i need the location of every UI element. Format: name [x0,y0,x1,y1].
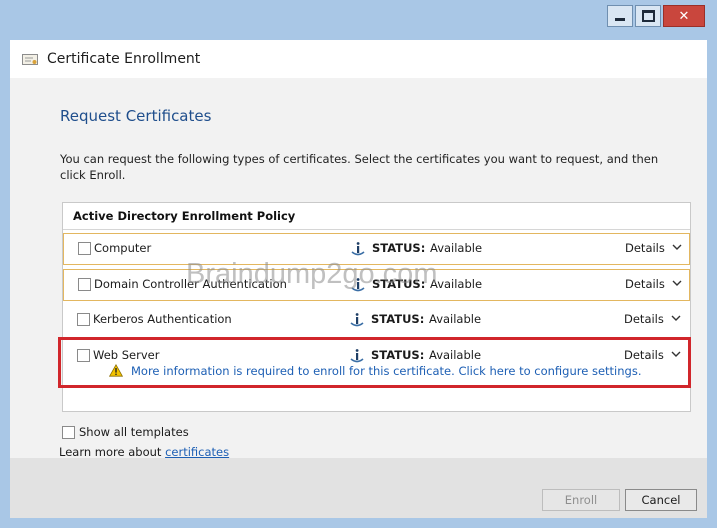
status-value: Available [430,241,483,255]
status-value: Available [430,277,483,291]
show-all-templates[interactable]: Show all templates [62,425,189,439]
web-server-highlight [58,337,691,388]
chevron-down-icon[interactable] [672,279,682,287]
divider [63,229,690,230]
page-heading: Request Certificates [60,107,212,125]
template-checkbox[interactable] [77,313,90,326]
cancel-button[interactable]: Cancel [625,489,697,511]
close-button[interactable]: ✕ [663,5,705,27]
page-description: You can request the following types of c… [60,152,659,182]
details-toggle[interactable]: Details [625,241,665,255]
details-toggle[interactable]: Details [624,312,664,326]
minimize-icon [615,17,625,21]
info-icon [350,313,364,327]
maximize-button[interactable] [635,5,661,27]
template-row-kerberos-authentication[interactable]: Kerberos Authentication STATUS: Availabl… [63,305,690,337]
maximize-icon [641,10,655,22]
details-toggle[interactable]: Details [625,277,665,291]
template-checkbox[interactable] [78,242,91,255]
certificate-icon [22,54,38,65]
window-controls: ✕ [607,5,705,27]
window-title: Certificate Enrollment [47,51,201,67]
template-checkbox[interactable] [78,278,91,291]
status-label: STATUS: [372,241,426,255]
show-all-checkbox[interactable] [62,425,75,439]
enroll-button[interactable]: Enroll [542,489,620,511]
chevron-down-icon[interactable] [671,314,681,322]
title-bar[interactable]: ✕ [0,0,717,40]
info-icon [351,242,365,256]
minimize-button[interactable] [607,5,633,27]
template-name: Kerberos Authentication [93,312,232,326]
chevron-down-icon[interactable] [672,243,682,251]
wizard-header: Certificate Enrollment [10,40,707,78]
show-all-label: Show all templates [79,425,189,439]
policy-header: Active Directory Enrollment Policy [73,209,296,223]
learn-more-text: Learn more about [59,445,162,459]
status-value: Available [429,312,482,326]
status-label: STATUS: [371,312,425,326]
learn-more: Learn more about certificates [59,445,229,459]
certificates-link[interactable]: certificates [165,445,229,459]
template-name: Computer [94,241,152,255]
wizard-footer: Enroll Cancel [10,458,707,518]
certificate-enrollment-window: ✕ Certificate Enrollment Request Certifi… [0,0,717,528]
close-icon: ✕ [678,8,690,24]
watermark: Braindump2go.com [186,258,438,290]
